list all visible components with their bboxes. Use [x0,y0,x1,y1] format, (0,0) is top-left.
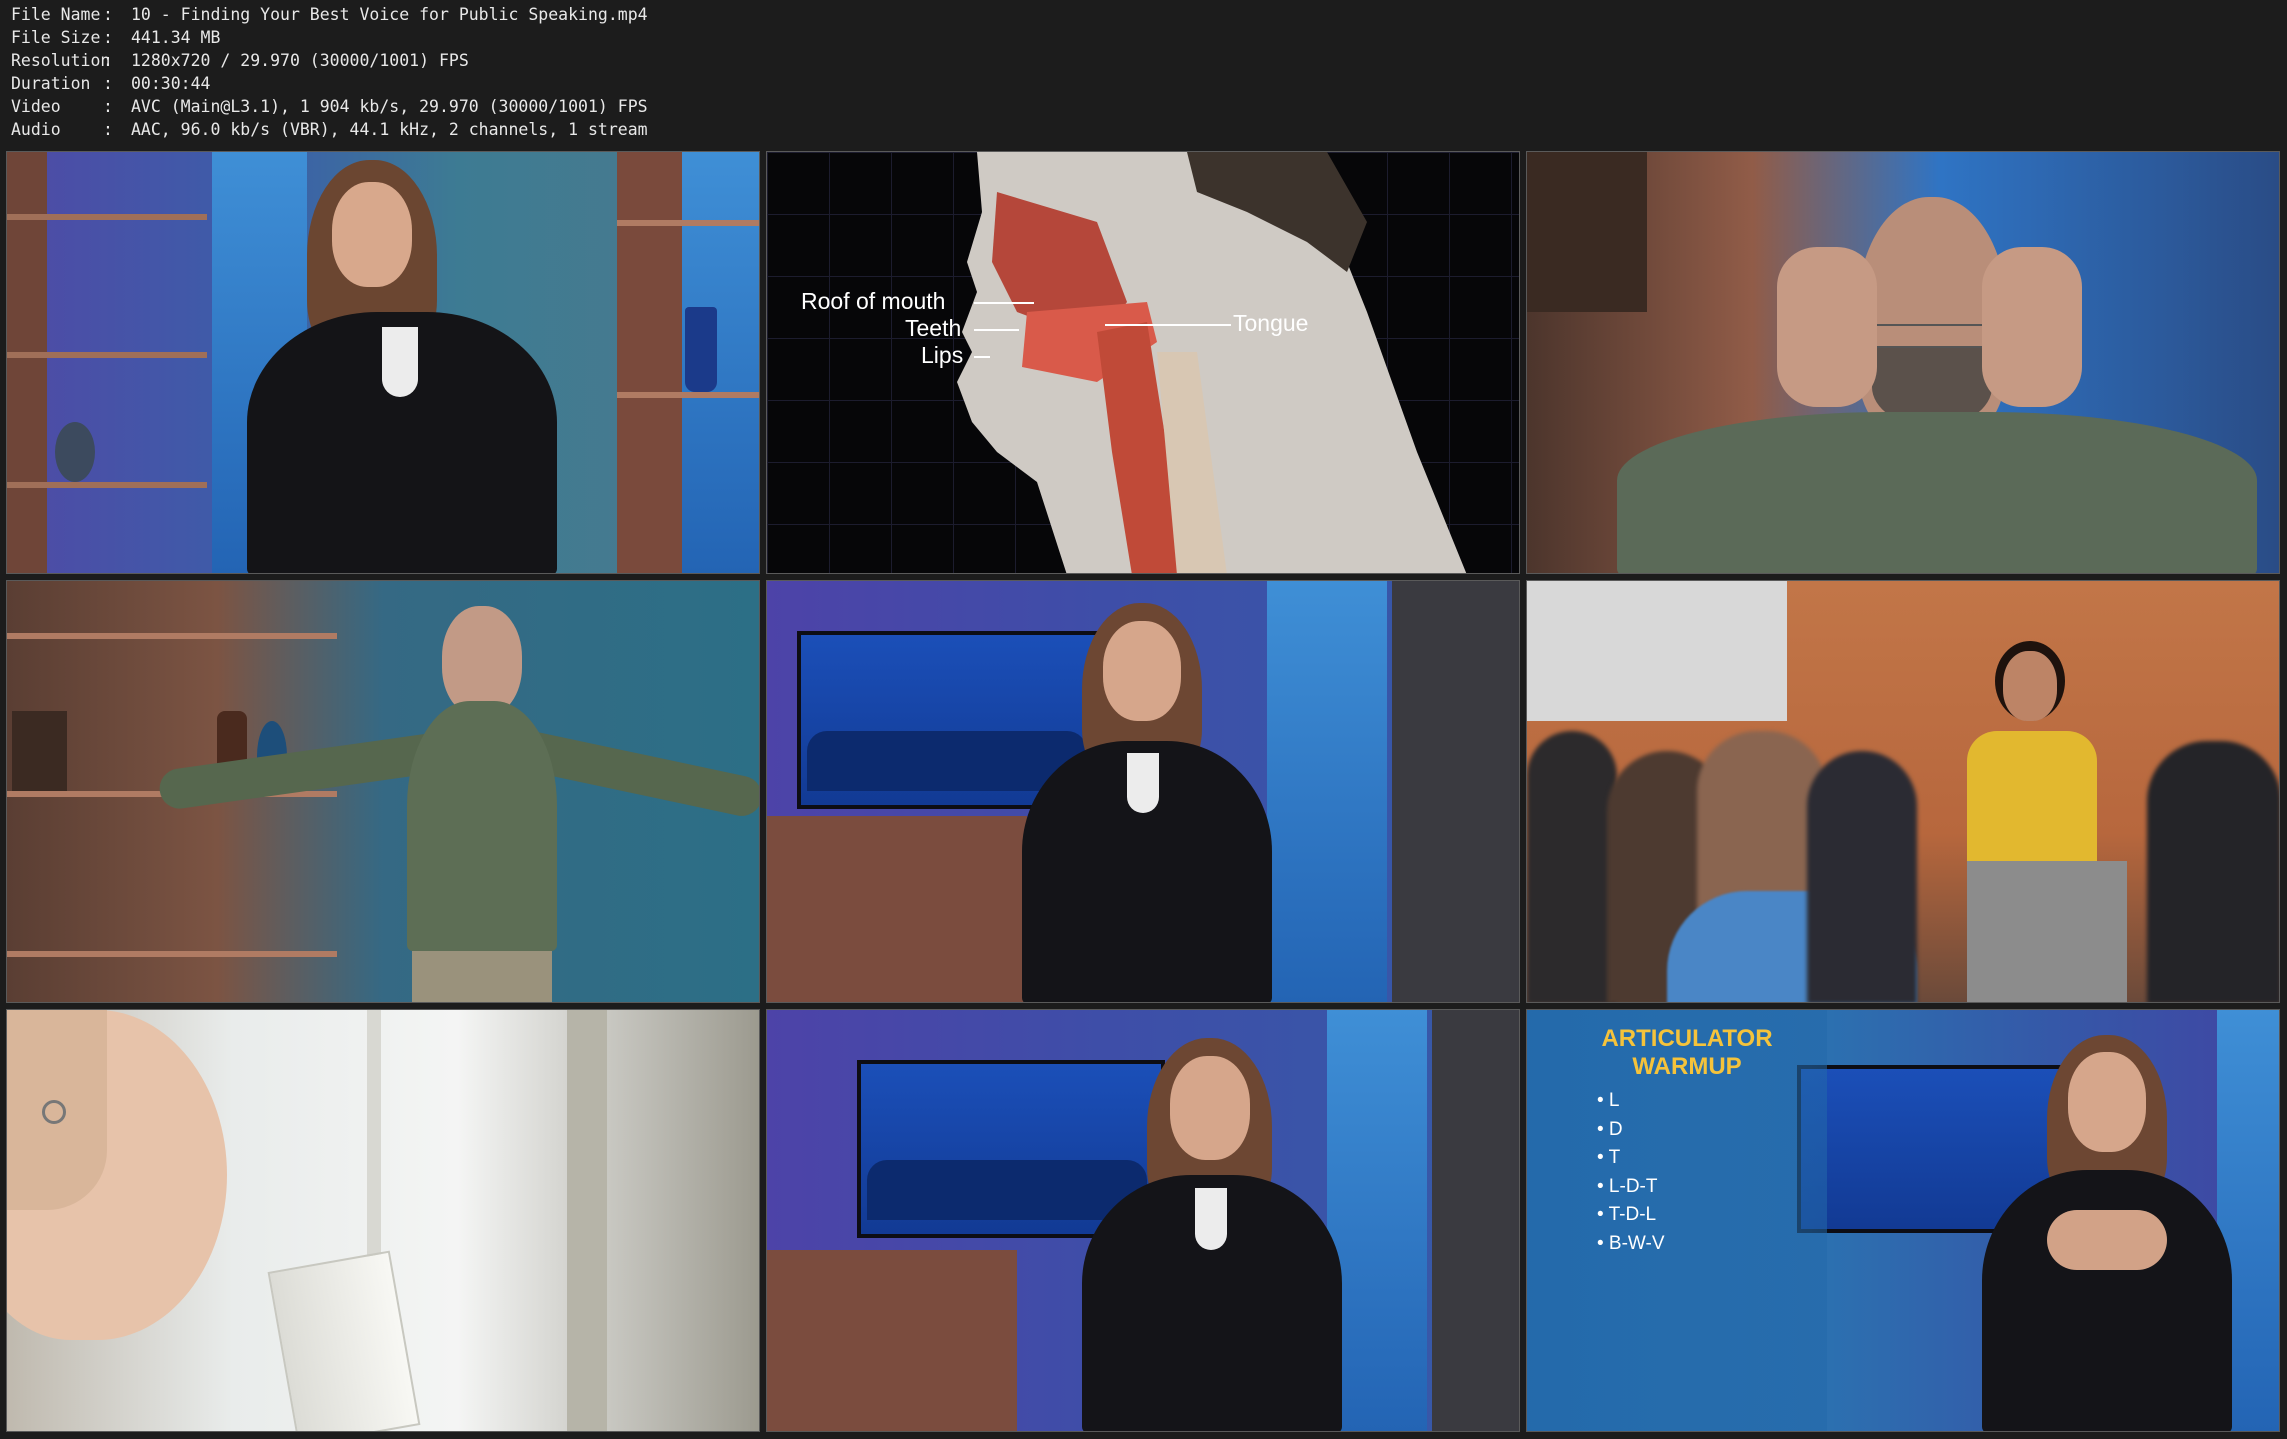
person-shirt [1617,412,2257,573]
glass-of-milk [267,1250,421,1431]
meta-value: 1280x720 / 29.970 (30000/1001) FPS [131,50,469,70]
window-frame [567,1010,607,1431]
podium [1967,861,2127,1002]
warmup-title: ARTICULATOR WARMUP [1567,1025,1807,1081]
meta-separator: : [103,27,113,47]
meta-row-duration: Duration:00:30:44 [11,73,648,96]
warmup-item: • T-D-L [1597,1204,1657,1225]
thumbnail-grid: Roof of mouth Teeth Lips Tongue ARTICULA… [6,151,2280,1433]
shelf-board [617,220,759,226]
audience-head [1527,731,1617,1002]
label-roof-of-mouth: Roof of mouth [801,288,946,314]
thumbnail-frame-6 [1526,580,2280,1003]
presenter-face [1170,1056,1250,1160]
presenter-face [1103,621,1181,721]
leader-line [974,329,1019,331]
thumbnail-frame-2: Roof of mouth Teeth Lips Tongue [766,151,1520,574]
meta-label: Video [11,96,61,116]
presenter-hand [2047,1210,2167,1270]
warmup-title-line: WARMUP [1632,1053,1742,1080]
shelf-unit [767,816,1027,1002]
meta-row-file-size: File Size:441.34 MB [11,27,648,50]
shelf-board [7,214,207,220]
meta-label: Duration [11,73,91,93]
video-metadata: File Name:10 - Finding Your Best Voice f… [11,4,648,141]
meta-value: 00:30:44 [131,73,211,93]
tv-silhouettes [867,1160,1147,1220]
shelf-board [7,951,337,957]
warmup-list: • L • D • T • L-D-T • T-D-L • B-W-V [1597,1087,1665,1258]
presenter-face [2068,1052,2146,1152]
shelf-unit [767,1250,1017,1431]
meta-label: Audio [11,119,61,139]
thumbnail-frame-3 [1526,151,2280,574]
shelf-board [7,633,337,639]
person-hand [1982,247,2082,407]
meta-value: AVC (Main@L3.1), 1 904 kb/s, 29.970 (300… [131,96,648,116]
frame-pillar [1392,581,1519,1002]
thumbnail-frame-5 [766,580,1520,1003]
meta-separator: : [103,50,113,70]
meta-row-file-name: File Name:10 - Finding Your Best Voice f… [11,4,648,27]
label-lips: Lips [921,342,964,368]
warmup-item: • L [1597,1090,1620,1111]
thumbnail-frame-4 [6,580,760,1003]
earring [42,1100,66,1124]
books [12,711,67,791]
meta-label: File Size [11,27,101,47]
thumbnail-frame-8 [766,1009,1520,1432]
thumbnail-frame-1 [6,151,760,574]
meta-row-audio: Audio: AAC, 96.0 kb/s (VBR), 44.1 kHz, 2 … [11,119,648,142]
person-hand [1777,247,1877,407]
meta-separator: : [103,96,113,116]
meta-separator: : [103,119,113,139]
label-teeth: Teeth [905,315,962,341]
projection-screen [1527,581,1787,721]
leader-line [1105,324,1231,326]
audience-head [2147,741,2279,1002]
warmup-item: • D [1597,1118,1623,1140]
thumbnail-frame-9: ARTICULATOR WARMUP • L • D • T • L-D-T •… [1526,1009,2280,1432]
leader-line [974,302,1034,304]
shelf-board [7,352,207,358]
warmup-title-line: ARTICULATOR [1601,1025,1773,1052]
person-head [442,606,522,716]
meta-separator: : [103,5,113,24]
meta-value: 441.34 MB [131,27,221,47]
head-anatomy-illustration [957,152,1467,573]
vase [55,422,95,482]
meta-row-resolution: Resolution:1280x720 / 29.970 (30000/1001… [11,50,648,73]
audience-head [1807,751,1917,1002]
meta-label: Resolution [11,50,111,70]
presenter-face [332,182,412,287]
warmup-item: • T [1597,1147,1621,1168]
meta-value: 10 - Finding Your Best Voice for Public … [131,5,648,24]
shelf-board [617,392,759,398]
vase [685,307,717,392]
meta-row-video: Video: AVC (Main@L3.1), 1 904 kb/s, 29.97… [11,96,648,119]
leader-line [974,356,990,358]
shelf-board [7,482,207,488]
meta-value: AAC, 96.0 kb/s (VBR), 44.1 kHz, 2 channe… [131,119,648,139]
label-tongue: Tongue [1233,310,1309,336]
warmup-item: • L-D-T [1597,1175,1658,1197]
backdrop-panel [1267,581,1387,1002]
meta-separator: : [103,73,113,93]
person-pants [412,951,552,1002]
frame-pillar [1432,1010,1519,1431]
presenter-top [1967,731,2097,871]
warmup-item: • B-W-V [1597,1232,1665,1254]
thumbnail-frame-7 [6,1009,760,1432]
bookshelf [1527,152,1647,312]
presenter-blouse [1195,1188,1227,1250]
presenter-face [2003,651,2057,721]
presenter-blouse [382,327,418,397]
backdrop-panel [1327,1010,1427,1431]
person-arm [157,731,450,812]
person-shirt [407,701,557,951]
presenter-blouse [1127,753,1159,813]
meta-label: File Name [11,5,101,24]
